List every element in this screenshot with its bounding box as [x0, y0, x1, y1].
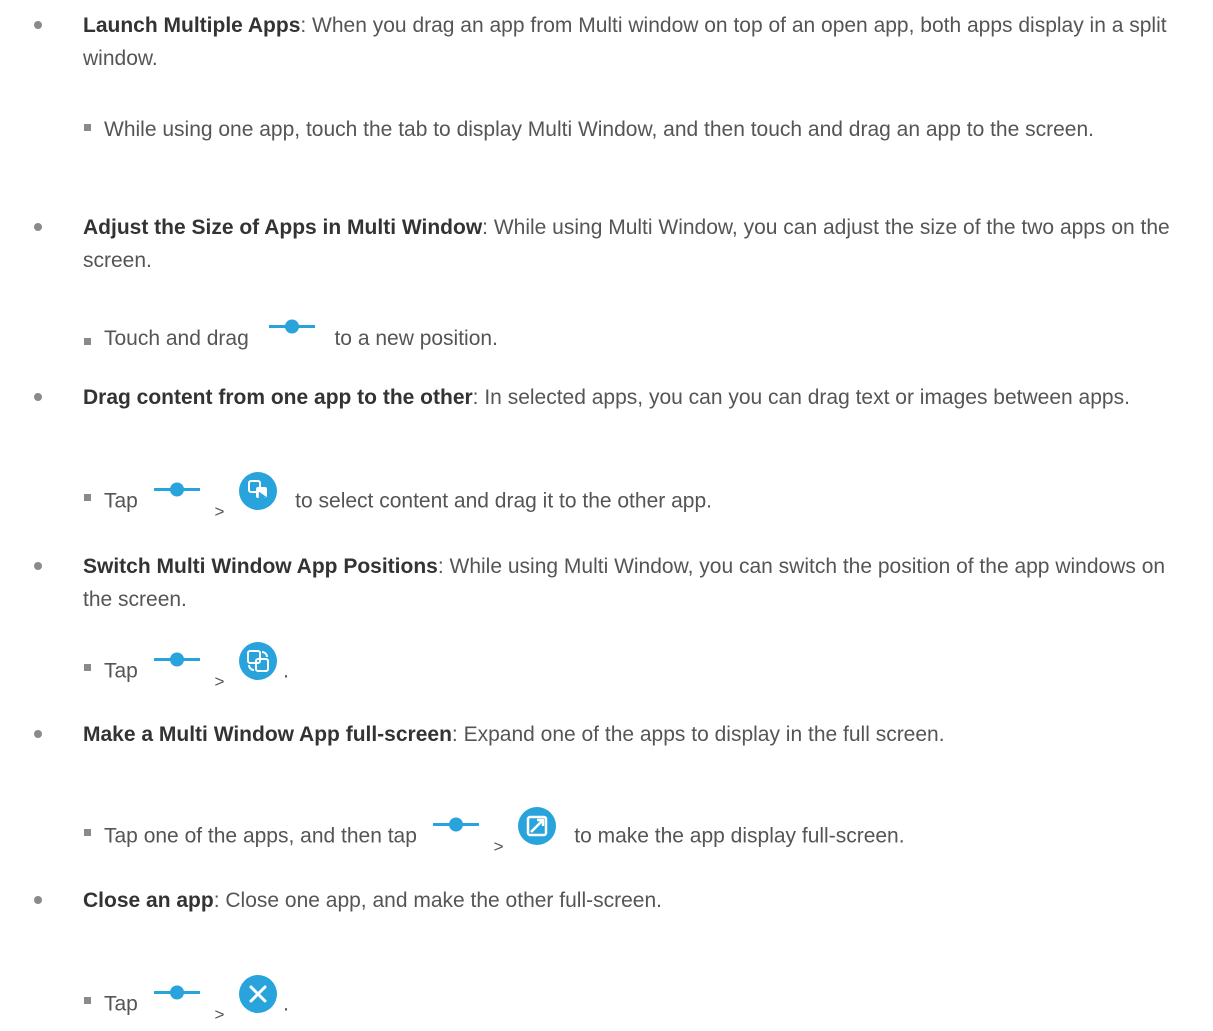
separator: >	[214, 501, 225, 521]
item-body: : Expand one of the apps to display in t…	[451, 723, 945, 746]
item-title: Switch Multi Window App Positions	[83, 555, 438, 578]
sub-item-text: Tap > .	[104, 975, 1194, 1029]
sub-item-text: Tap one of the apps, and then tap > to m…	[104, 807, 1194, 861]
sub-text-before: Tap	[104, 489, 138, 513]
window-divider-handle-icon	[153, 474, 200, 507]
bullet	[34, 21, 42, 29]
item-body: : Close one app, and make the other full…	[213, 889, 662, 912]
sub-text-before: Tap	[104, 992, 138, 1016]
item-text: Make a Multi Window App full-screen: Exp…	[83, 718, 1193, 751]
square-bullet	[84, 338, 91, 345]
separator: >	[214, 1004, 225, 1024]
sub-text-after: to select content and drag it to the oth…	[295, 489, 712, 513]
close-app-icon	[239, 975, 278, 1023]
square-bullet	[84, 664, 91, 671]
sub-text-after: .	[283, 659, 290, 683]
sub-text-after: to a new position.	[334, 327, 498, 350]
drag-content-icon	[239, 472, 278, 520]
bullet	[34, 223, 42, 231]
item-title: Launch Multiple Apps	[83, 14, 301, 37]
item-title: Drag content from one app to the other	[83, 386, 473, 409]
square-bullet	[84, 124, 91, 131]
bullet	[34, 393, 42, 401]
sub-text-after: .	[283, 992, 290, 1016]
square-bullet	[84, 829, 91, 836]
bullet	[34, 562, 42, 570]
item-body: : In selected apps, you can you can drag…	[472, 386, 1130, 409]
separator: >	[214, 671, 225, 691]
item-title: Adjust the Size of Apps in Multi Window	[83, 216, 483, 239]
bullet	[34, 896, 42, 904]
window-divider-handle-icon	[153, 977, 200, 1010]
bullet	[34, 730, 42, 738]
sub-item-text: Tap > .	[104, 642, 1194, 696]
square-bullet	[84, 997, 91, 1004]
item-text: Adjust the Size of Apps in Multi Window:…	[83, 211, 1193, 277]
item-text: Close an app: Close one app, and make th…	[83, 884, 1193, 917]
switch-windows-icon	[239, 642, 278, 690]
item-title: Make a Multi Window App full-screen	[83, 723, 452, 746]
square-bullet	[84, 494, 91, 501]
item-text: Launch Multiple Apps: When you drag an a…	[83, 9, 1193, 75]
sub-text-after: to make the app display full-screen.	[574, 824, 905, 848]
sub-item-text: Touch and drag to a new position.	[104, 319, 1194, 356]
item-text: Drag content from one app to the other: …	[83, 381, 1193, 414]
sub-text-before: Touch and drag	[104, 327, 249, 350]
window-divider-handle-icon	[153, 644, 200, 677]
sub-item-text: Tap > to select content and drag it to t…	[104, 472, 1194, 526]
item-title: Close an app	[83, 889, 214, 912]
sub-text-before: Tap one of the apps, and then tap	[104, 824, 417, 848]
fullscreen-icon	[518, 807, 557, 855]
sub-text-before: Tap	[104, 659, 138, 683]
sub-item-text: While using one app, touch the tab to di…	[104, 118, 1094, 141]
window-divider-handle-icon	[432, 809, 479, 842]
separator: >	[493, 836, 504, 856]
window-divider-handle-icon	[268, 311, 315, 344]
item-text: Switch Multi Window App Positions: While…	[83, 550, 1193, 616]
